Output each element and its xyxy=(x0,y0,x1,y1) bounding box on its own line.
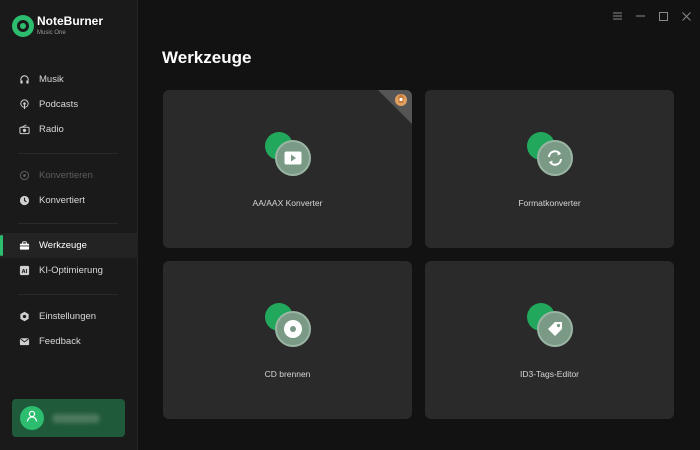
tool-card-formatkonverter[interactable]: Formatkonverter xyxy=(425,90,674,248)
play-icon xyxy=(275,140,311,176)
sidebar-item-label: Radio xyxy=(39,124,64,135)
sidebar-item-label: Feedback xyxy=(39,336,81,347)
app-window: NoteBurner Music One Musik Podcasts Radi… xyxy=(0,0,700,450)
noteburner-logo-icon xyxy=(12,15,34,37)
tool-card-label: ID3-Tags-Editor xyxy=(519,369,580,379)
sidebar-item-label: KI-Optimierung xyxy=(39,265,103,276)
disc-icon xyxy=(275,311,311,347)
sidebar-item-musik[interactable]: Musik xyxy=(0,67,138,92)
sidebar-item-podcasts[interactable]: Podcasts xyxy=(0,92,138,117)
sidebar: NoteBurner Music One Musik Podcasts Radi… xyxy=(0,0,138,450)
sidebar-item-label: Musik xyxy=(39,74,64,85)
close-icon[interactable] xyxy=(680,9,692,23)
new-badge-icon xyxy=(378,90,412,124)
maximize-icon[interactable] xyxy=(657,9,669,23)
sidebar-item-konvertieren: Konvertieren xyxy=(0,163,138,188)
tool-card-label: CD brennen xyxy=(264,369,311,379)
mail-icon xyxy=(19,336,30,347)
sidebar-item-feedback[interactable]: Feedback xyxy=(0,329,138,354)
clock-icon xyxy=(19,195,30,206)
tool-card-cd-brennen[interactable]: CD brennen xyxy=(163,261,412,419)
brand-subtitle: Music One xyxy=(37,30,66,36)
ai-icon: AI xyxy=(19,265,30,276)
tool-card-aa-aax-konverter[interactable]: AA/AAX Konverter xyxy=(163,90,412,248)
sidebar-item-label: Einstellungen xyxy=(39,311,97,322)
refresh-icon xyxy=(537,140,573,176)
user-icon xyxy=(25,409,39,428)
avatar[interactable] xyxy=(20,406,44,430)
tool-card-id3-tags-editor[interactable]: ID3-Tags-Editor xyxy=(425,261,674,419)
menu-icon[interactable] xyxy=(611,9,623,23)
user-account-card[interactable] xyxy=(12,399,125,437)
sidebar-divider xyxy=(18,153,118,154)
sidebar-divider xyxy=(18,294,118,295)
user-name-redacted xyxy=(52,413,100,423)
window-controls xyxy=(611,9,692,23)
tag-icon xyxy=(537,311,573,347)
brand-name: NoteBurner xyxy=(37,14,104,28)
sidebar-item-label: Werkzeuge xyxy=(39,240,87,251)
nav-group-tools: Werkzeuge AI KI-Optimierung xyxy=(0,233,138,283)
sidebar-item-einstellungen[interactable]: Einstellungen xyxy=(0,304,138,329)
nav-group-settings: Einstellungen Feedback xyxy=(0,304,138,354)
gear-icon xyxy=(19,311,30,322)
sidebar-item-label: Podcasts xyxy=(39,99,79,110)
minimize-icon[interactable] xyxy=(634,9,646,23)
podcast-icon xyxy=(19,99,30,110)
brand: NoteBurner Music One xyxy=(12,14,103,38)
tool-card-label: AA/AAX Konverter xyxy=(252,198,323,208)
radio-icon xyxy=(19,124,30,135)
headphones-icon xyxy=(19,74,30,85)
sidebar-divider xyxy=(18,223,118,224)
main-content: Werkzeuge AA/AAX Konverter Formatkonvert… xyxy=(139,0,700,450)
sidebar-item-label: Konvertieren xyxy=(39,170,93,181)
nav-group-library: Musik Podcasts Radio xyxy=(0,67,138,142)
sidebar-item-label: Konvertiert xyxy=(39,195,85,206)
svg-text:AI: AI xyxy=(22,269,28,275)
sidebar-item-radio[interactable]: Radio xyxy=(0,117,138,142)
sidebar-item-werkzeuge[interactable]: Werkzeuge xyxy=(0,233,138,258)
tool-card-label: Formatkonverter xyxy=(518,198,581,208)
convert-icon xyxy=(19,170,30,181)
sidebar-item-ki-optimierung[interactable]: AI KI-Optimierung xyxy=(0,258,138,283)
page-title: Werkzeuge xyxy=(162,48,252,67)
nav-group-conversion: Konvertieren Konvertiert xyxy=(0,163,138,213)
toolbox-icon xyxy=(19,240,30,251)
sidebar-item-konvertiert[interactable]: Konvertiert xyxy=(0,188,138,213)
